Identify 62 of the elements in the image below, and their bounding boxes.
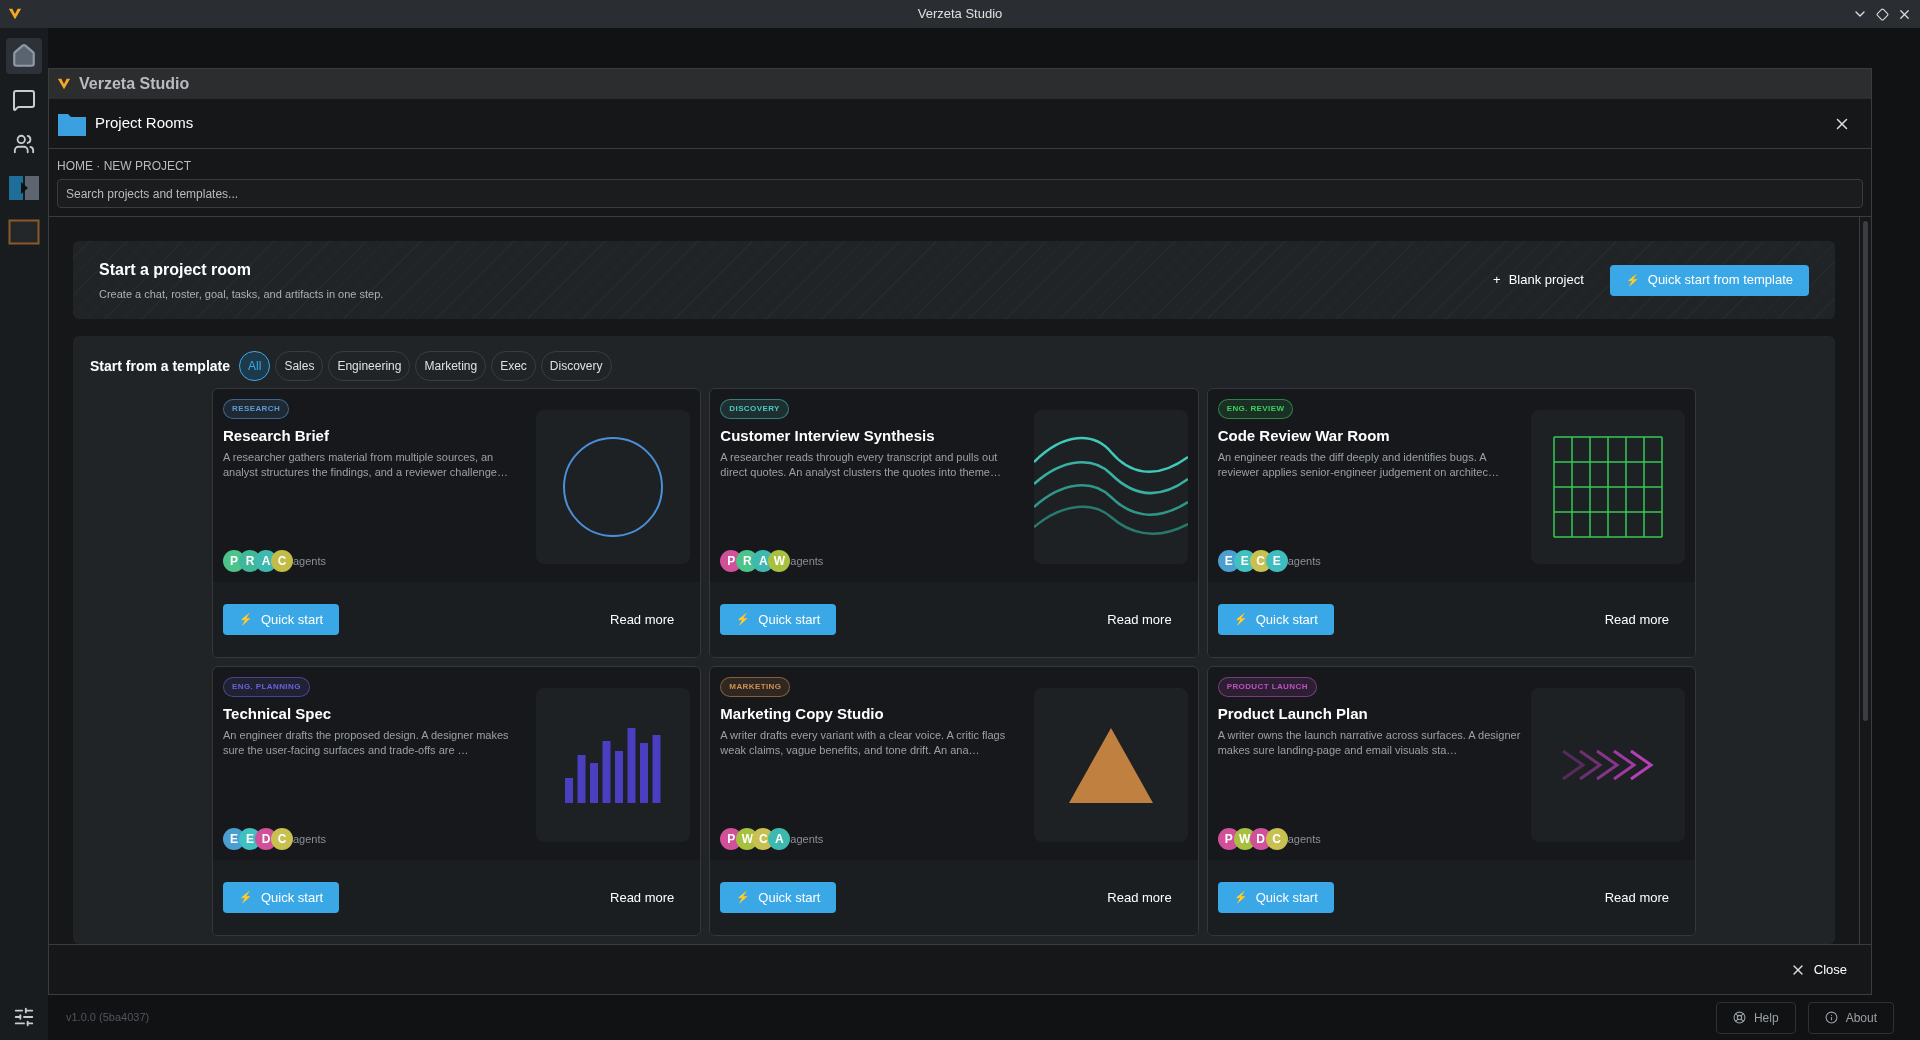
help-button[interactable]: Help (1715, 1001, 1796, 1034)
sidebar-item[interactable] (6, 38, 42, 74)
board-icon (8, 218, 40, 246)
maximize-icon[interactable] (1876, 7, 1889, 21)
agents-label: agents (1287, 831, 1321, 847)
agent-avatar: C (271, 828, 293, 850)
read-more-link[interactable]: Read more (610, 609, 691, 630)
settings-sliders-icon[interactable] (13, 1006, 35, 1028)
card-description: A writer drafts every variant with a clear voice. A critic flags weak claims, vague benefits, and tone drift. An ana… (720, 727, 1007, 758)
people-icon (13, 133, 35, 155)
card-description: A researcher reads through every transcript and pulls out direct quotes. An analyst clusters the quotes into theme… (720, 449, 1002, 480)
agents-label: agents (293, 553, 327, 569)
agents-label: agents (293, 831, 327, 847)
split-panel-icon (8, 174, 40, 202)
category-tag: RESEARCH (223, 399, 290, 419)
card-title: Research Brief (223, 427, 330, 446)
agent-avatar: A (768, 828, 791, 850)
blank-project-button[interactable]: + Blank project (1493, 270, 1584, 290)
agent-avatar: C (1265, 828, 1288, 850)
read-more-link[interactable]: Read more (1107, 609, 1188, 630)
card-description: A researcher gathers material from multiple sources, an analyst structures the findings, and a reviewer challenge… (223, 449, 509, 480)
dialog-app-title: Verzeta Studio (79, 74, 190, 94)
help-icon (1732, 1011, 1746, 1024)
category-tag: DISCOVERY (720, 399, 789, 419)
read-more-link[interactable]: Read more (1604, 887, 1685, 908)
agents-label: agents (790, 553, 824, 569)
app-logo-icon (8, 7, 22, 21)
info-icon (1824, 1011, 1838, 1024)
filter-pill[interactable]: All (239, 351, 271, 381)
app-logo-icon (57, 77, 71, 91)
read-more-link[interactable]: Read more (610, 887, 691, 908)
card-description: An engineer drafts the proposed design. A designer makes sure the user-facing surfaces and trade-offs are … (223, 727, 510, 758)
card-title: Code Review War Room (1217, 427, 1391, 446)
hero-subtitle: Create a chat, roster, goal, tasks, and artifacts in one step. (99, 286, 384, 302)
home-icon (11, 43, 37, 69)
card-title: Marketing Copy Studio (720, 705, 885, 724)
read-more-link[interactable]: Read more (1604, 609, 1685, 630)
dialog-title: Project Rooms (95, 113, 194, 134)
card-description: A writer owns the launch narrative across surfaces. A designer makes sure landing-page and email visuals sta… (1217, 727, 1522, 758)
agent-avatar: W (768, 550, 791, 572)
hero-title: Start a project room (99, 259, 253, 280)
search-field[interactable]: Search projects and templates... (57, 179, 1863, 208)
card-title: Customer Interview Synthesis (720, 427, 936, 446)
about-button[interactable]: About (1807, 1001, 1894, 1034)
agent-avatar: E (1265, 550, 1288, 572)
dialog-close-button[interactable]: Close (1789, 959, 1847, 980)
category-tag: ENG. REVIEW (1217, 399, 1294, 419)
section-label: Start from a template (90, 356, 231, 376)
category-tag: ENG. PLANNING (223, 677, 310, 697)
agent-avatar: C (271, 550, 293, 572)
card-title: Product Launch Plan (1217, 705, 1369, 724)
agents-label: agents (1287, 553, 1321, 569)
card-title: Technical Spec (223, 705, 333, 724)
category-tag: MARKETING (720, 677, 791, 697)
version-label: v1.0.0 (5ba4037) (66, 1010, 150, 1026)
breadcrumb: HOME · NEW PROJECT (57, 158, 192, 175)
window-title: Verzeta Studio (917, 5, 1003, 24)
chat-icon (12, 88, 36, 112)
agents-label: agents (790, 831, 824, 847)
card-description: An engineer reads the diff deeply and identifies bugs. A reviewer applies senior-engineer judgement on architec… (1217, 449, 1500, 480)
category-tag: PRODUCT LAUNCH (1217, 677, 1317, 697)
read-more-link[interactable]: Read more (1107, 887, 1188, 908)
